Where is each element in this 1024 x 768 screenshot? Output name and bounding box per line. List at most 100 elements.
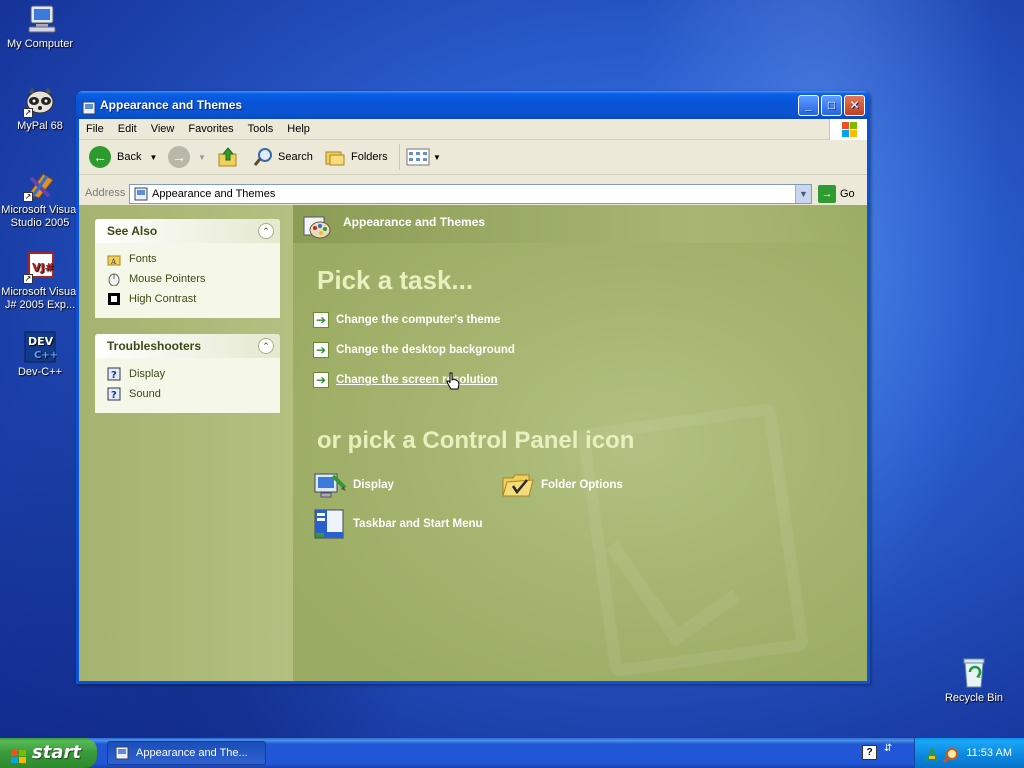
desktop-icon-label: Recycle Bin — [944, 692, 1004, 704]
address-bar: Address Appearance and Themes ▼ → Go — [79, 183, 867, 205]
see-also-item-label: High Contrast — [129, 293, 197, 305]
up-folder-button[interactable] — [217, 144, 239, 170]
close-button[interactable]: ✕ — [844, 95, 865, 116]
see-also-header[interactable]: See Also ⌃ — [95, 219, 280, 243]
category-title: Appearance and Themes — [343, 215, 486, 229]
menu-edit[interactable]: Edit — [111, 119, 144, 140]
svg-text:DEV: DEV — [28, 335, 54, 348]
task-change-background[interactable]: ➔ Change the desktop background — [313, 340, 515, 360]
task-arrow-icon: ➔ — [313, 312, 329, 328]
collapse-chevron-icon[interactable]: ⌃ — [258, 338, 274, 354]
network-icon[interactable] — [925, 745, 939, 768]
desktop-icon-devcpp[interactable]: DEV C++ Dev-C++ — [0, 330, 80, 379]
pick-icon-heading: or pick a Control Panel icon — [317, 427, 635, 454]
desktop-icon-label: My Computer — [6, 38, 74, 50]
views-grid-icon — [406, 148, 430, 166]
desktop-icon-my-computer[interactable]: My Computer — [0, 2, 80, 51]
go-button[interactable]: → Go — [818, 185, 863, 203]
window-icon — [82, 97, 96, 115]
desktop-icon-recycle-bin[interactable]: Recycle Bin — [934, 656, 1014, 705]
task-arrow-icon: ➔ — [313, 342, 329, 358]
visual-studio-icon: ↗ — [23, 168, 57, 202]
menu-view[interactable]: View — [144, 119, 182, 140]
taskbar-start-menu-icon — [313, 507, 347, 541]
desktop-icon-mypal[interactable]: ↗ MyPal 68 — [0, 84, 80, 133]
back-button[interactable]: ← Back ▼ — [89, 144, 157, 170]
address-field[interactable]: Appearance and Themes ▼ — [129, 184, 812, 204]
shortcut-arrow-icon: ↗ — [23, 192, 33, 202]
desktop-icon-label: MyPal 68 — [17, 120, 63, 132]
forward-arrow-icon: → — [168, 146, 190, 168]
address-dropdown-icon[interactable]: ▼ — [795, 185, 811, 203]
menu-file[interactable]: File — [79, 119, 111, 140]
see-also-title: See Also — [107, 224, 158, 238]
task-label: Change the desktop background — [336, 344, 515, 356]
toolbar: ← Back ▼ → ▼ Search Folders ▼ — [79, 140, 867, 175]
shortcut-arrow-icon: ↗ — [23, 274, 33, 284]
see-also-item-label: Fonts — [129, 253, 157, 265]
cp-icon-taskbar-start-menu[interactable]: Taskbar and Start Menu — [313, 507, 483, 541]
desktop-icon-visual-jsharp[interactable]: VJ# ↗ Microsoft Visual J# 2005 Exp... — [0, 250, 80, 312]
folders-icon — [325, 151, 345, 166]
display-icon — [313, 468, 347, 502]
views-dropdown-icon: ▼ — [433, 152, 441, 162]
views-button[interactable]: ▼ — [399, 144, 441, 170]
svg-text:A: A — [110, 258, 117, 266]
taskbar-item-appearance[interactable]: Appearance and The... — [107, 741, 266, 765]
search-label: Search — [278, 151, 313, 163]
title-bar[interactable]: Appearance and Themes _ □ ✕ — [76, 91, 870, 119]
folders-button[interactable]: Folders — [324, 144, 388, 170]
restore-windows-icon[interactable]: ⇵ — [884, 743, 892, 754]
menu-help[interactable]: Help — [280, 119, 317, 140]
task-label: Change the computer's theme — [336, 314, 501, 326]
menu-tools[interactable]: Tools — [241, 119, 281, 140]
hand-cursor-icon — [446, 372, 460, 392]
task-label: Change the screen resolution — [336, 374, 498, 386]
window-content: See Also ⌃ A Fonts Mouse Pointers High C… — [79, 205, 867, 681]
troubleshooters-title: Troubleshooters — [107, 339, 202, 353]
system-tray: 11:53 AM — [914, 738, 1024, 768]
search-tray-icon[interactable] — [943, 745, 959, 768]
windows-logo-icon — [829, 119, 867, 140]
devcpp-icon: DEV C++ — [23, 330, 58, 364]
desktop-icon-visual-studio[interactable]: ↗ Microsoft Visual Studio 2005 — [0, 168, 80, 230]
control-panel-icon — [115, 746, 129, 760]
window-title: Appearance and Themes — [100, 98, 243, 112]
go-label: Go — [840, 188, 855, 200]
recycle-bin-icon — [957, 656, 991, 690]
computer-icon — [23, 2, 57, 36]
back-arrow-icon: ← — [89, 146, 111, 168]
back-dropdown-icon[interactable]: ▼ — [149, 153, 157, 162]
go-arrow-icon: → — [818, 185, 836, 203]
minimize-button[interactable]: _ — [798, 95, 819, 116]
troubleshooter-sound[interactable]: ? Sound — [107, 384, 280, 404]
folders-label: Folders — [351, 151, 388, 163]
search-button[interactable]: Search — [252, 144, 313, 170]
troubleshooters-panel: Troubleshooters ⌃ ? Display ? Sound — [95, 334, 280, 413]
menu-bar: File Edit View Favorites Tools Help — [79, 119, 867, 140]
troubleshooter-display[interactable]: ? Display — [107, 364, 280, 384]
see-also-panel: See Also ⌃ A Fonts Mouse Pointers High C… — [95, 219, 280, 318]
see-also-fonts[interactable]: A Fonts — [107, 249, 280, 269]
category-pane: Appearance and Themes Pick a task... ➔ C… — [293, 205, 867, 681]
shortcut-arrow-icon: ↗ — [23, 108, 33, 118]
cp-icon-folder-options[interactable]: Folder Options — [501, 468, 623, 502]
forward-button[interactable]: → ▼ — [168, 144, 206, 170]
task-change-theme[interactable]: ➔ Change the computer's theme — [313, 310, 500, 330]
see-also-high-contrast[interactable]: High Contrast — [107, 289, 280, 309]
svg-text:VJ#: VJ# — [32, 261, 54, 274]
cp-icon-display[interactable]: Display — [313, 468, 394, 502]
see-also-mouse-pointers[interactable]: Mouse Pointers — [107, 269, 280, 289]
cp-icon-label: Taskbar and Start Menu — [353, 518, 483, 530]
start-button[interactable]: start — [0, 738, 97, 768]
fonts-folder-icon: A — [107, 252, 121, 266]
troubleshooters-header[interactable]: Troubleshooters ⌃ — [95, 334, 280, 358]
menu-favorites[interactable]: Favorites — [181, 119, 240, 140]
forward-dropdown-icon[interactable]: ▼ — [198, 153, 206, 162]
search-icon — [253, 148, 272, 166]
collapse-chevron-icon[interactable]: ⌃ — [258, 223, 274, 239]
help-question-icon[interactable]: ? — [862, 745, 877, 760]
maximize-button[interactable]: □ — [821, 95, 842, 116]
task-change-resolution[interactable]: ➔ Change the screen resolution — [313, 370, 498, 390]
address-label: Address — [85, 187, 126, 199]
